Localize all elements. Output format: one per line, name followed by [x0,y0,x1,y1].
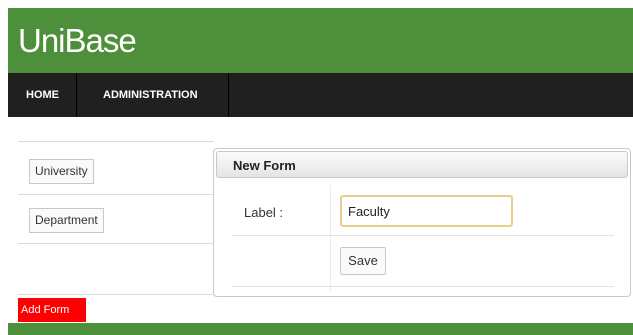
app-header: UniBase [8,8,633,73]
label-input[interactable] [340,195,513,227]
nav-divider [228,73,229,117]
list-divider [18,194,214,195]
nav-administration-link[interactable]: ADMINISTRATION [103,73,198,117]
form-row-divider [232,286,614,287]
list-item-department-button[interactable]: Department [29,208,104,233]
dialog-title: New Form [233,158,296,173]
new-form-dialog: New Form Label : Save [213,148,631,297]
nav-divider [76,73,77,117]
list-divider [18,141,214,142]
list-item-university-button[interactable]: University [29,159,94,184]
nav-home-link[interactable]: HOME [26,73,59,117]
list-divider [18,243,214,244]
list-divider [18,294,214,295]
label-field-label: Label : [244,205,284,220]
main-navbar: HOME ADMINISTRATION [8,73,633,117]
form-row-divider [232,235,614,236]
form-column-divider [330,185,331,291]
app-logo-text: UniBase [18,22,137,59]
save-button[interactable]: Save [340,247,386,275]
app-footer [8,323,633,335]
dialog-title-bar[interactable]: New Form [216,151,628,178]
add-form-button[interactable]: Add Form [18,298,86,322]
